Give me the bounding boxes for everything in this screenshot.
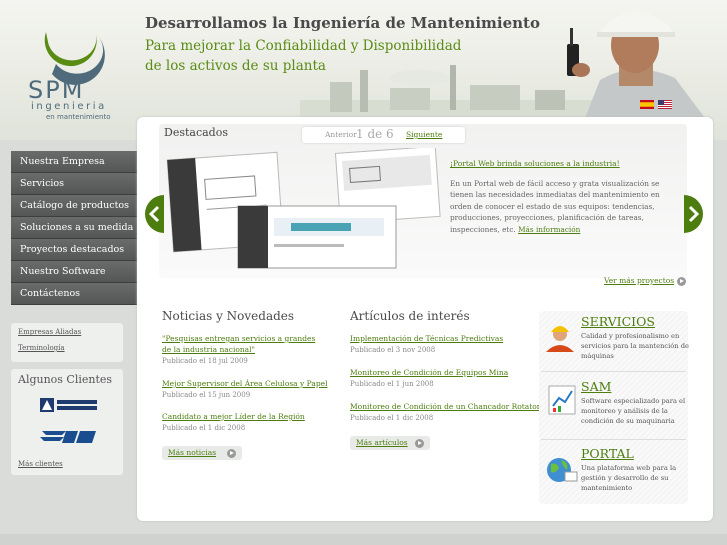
arrow-right-icon	[415, 439, 424, 448]
article-item-date: Publicado el 1 jun 2008	[350, 380, 434, 388]
nav-item-soluciones[interactable]: Soluciones a su medida	[11, 217, 137, 239]
logo-subtitle-2: en mantenimiento	[46, 113, 111, 121]
article-item-date: Publicado el 3 nov 2008	[350, 346, 436, 354]
secondary-links: Empresas Aliadas Terminología	[11, 323, 123, 362]
article-item-link[interactable]: Monitoreo de Condición de un Chancador R…	[350, 401, 547, 412]
nav-item-servicios[interactable]: Servicios	[11, 173, 137, 195]
arrow-right-icon	[227, 449, 236, 458]
services-description: Calidad y profesionalismo en servicios p…	[581, 332, 689, 360]
english-flag-icon[interactable]	[658, 100, 672, 109]
article-item-link[interactable]: Monitoreo de Condición de Equipos Mina	[350, 367, 508, 378]
pager-count: 1 de 6	[356, 127, 394, 141]
next-arrow-icon[interactable]	[684, 195, 704, 233]
header-tagline-3: de los activos de su planta	[145, 58, 326, 74]
nav-item-proyectos[interactable]: Proyectos destacados	[11, 239, 137, 261]
footer	[0, 534, 727, 545]
news-item-date: Publicado el 1 dic 2008	[162, 424, 246, 432]
allied-companies-link[interactable]: Empresas Aliadas	[18, 328, 116, 336]
terminology-link[interactable]: Terminología	[18, 344, 116, 352]
nav-item-empresa[interactable]: Nuestra Empresa	[11, 151, 137, 173]
header-tagline: Desarrollamos la Ingeniería de Mantenimi…	[145, 14, 540, 32]
enap-logo[interactable]	[38, 427, 100, 447]
header-tagline-2: Para mejorar la Confiabilidad y Disponib…	[145, 38, 462, 54]
arrow-right-icon	[677, 276, 687, 286]
more-clients-link[interactable]: Más clientes	[18, 460, 63, 468]
main-nav: Nuestra Empresa Servicios Catálogo de pr…	[11, 151, 137, 305]
clients-title: Algunos Clientes	[18, 373, 113, 386]
more-news-button[interactable]: Más noticias	[162, 446, 242, 460]
more-articles-button[interactable]: Más artículos	[350, 436, 430, 450]
news-item-link[interactable]: Mejor Supervisor del Área Celulosa y Pap…	[162, 378, 327, 389]
news-title: Noticias y Novedades	[162, 309, 295, 323]
divider	[541, 371, 686, 372]
nav-item-contacto[interactable]: Contáctenos	[11, 283, 137, 305]
divider	[541, 439, 686, 440]
featured-pager: Anterior 1 de 6 Siguiente	[302, 127, 465, 143]
featured-headline-link[interactable]: ¡Portal Web brinda soluciones a la indus…	[450, 159, 620, 168]
articles-title: Artículos de interés	[350, 309, 470, 323]
pager-next[interactable]: Siguiente	[406, 130, 442, 139]
services-link[interactable]: SERVICIOS	[581, 314, 655, 329]
news-item-link[interactable]: "Pesquisas entregan servicios a grandes …	[162, 333, 322, 355]
article-item-date: Publicado el 1 dic 2008	[350, 414, 434, 422]
news-item-link[interactable]: Candidato a mejor Líder de la Región	[162, 411, 305, 422]
clients-box: Algunos Clientes Más clientes	[11, 369, 123, 475]
news-item-date: Publicado el 15 jun 2009	[162, 391, 251, 399]
pager-prev[interactable]: Anterior	[325, 130, 357, 139]
featured-title: Destacados	[164, 126, 228, 139]
sam-description: Software especializado para el monitoreo…	[581, 397, 686, 425]
spanish-flag-icon[interactable]	[640, 100, 654, 109]
featured-description: En un Portal web de fácil acceso y grata…	[450, 179, 660, 234]
chart-icon	[548, 385, 576, 415]
engineer-icon	[546, 326, 574, 352]
logo-text: SPM	[28, 76, 85, 104]
portal-link[interactable]: PORTAL	[581, 446, 634, 461]
portal-description: Una plataforma web para la gestión y des…	[581, 464, 677, 492]
nav-item-catalogo[interactable]: Catálogo de productos	[11, 195, 137, 217]
nav-item-software[interactable]: Nuestro Software	[11, 261, 137, 283]
worker-photo	[567, 11, 705, 118]
sam-link[interactable]: SAM	[581, 379, 611, 394]
logo-subtitle: ingenieria	[31, 101, 107, 112]
anglo-american-logo[interactable]	[38, 395, 100, 415]
article-item-link[interactable]: Implementación de Técnicas Predictivas	[350, 333, 503, 344]
news-item-date: Publicado el 18 jul 2009	[162, 357, 248, 365]
globe-icon	[547, 458, 578, 482]
prev-arrow-icon[interactable]	[144, 195, 164, 233]
more-projects-link[interactable]: Ver más proyectos	[604, 276, 687, 286]
more-info-link[interactable]: Más información	[518, 225, 580, 234]
software-screenshots-image	[166, 148, 441, 269]
